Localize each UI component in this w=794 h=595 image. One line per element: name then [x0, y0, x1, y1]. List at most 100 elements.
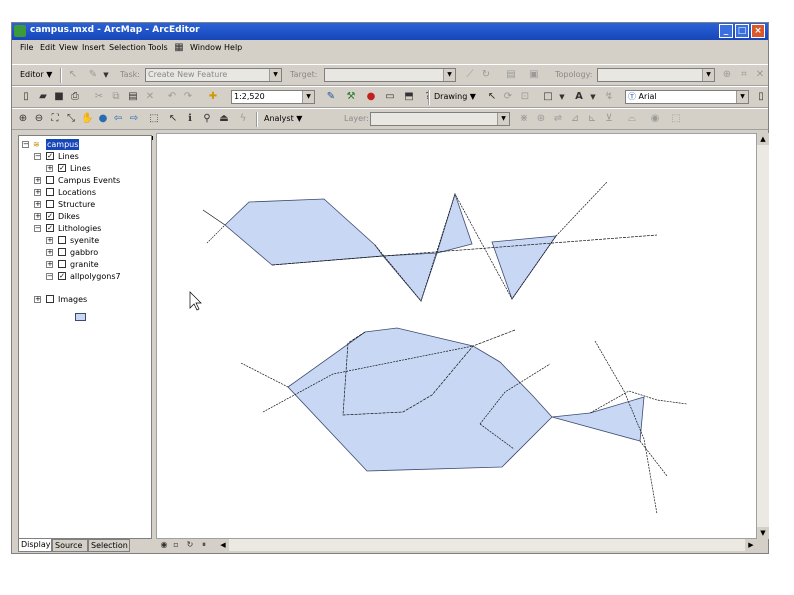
- menu-insert[interactable]: Insert: [82, 43, 105, 52]
- measure-icon[interactable]: ⏏: [218, 113, 230, 125]
- fixed-zoom-in-icon[interactable]: ⛶: [49, 113, 61, 125]
- hyperlink-icon[interactable]: ϟ: [237, 113, 249, 125]
- rotate-element-icon[interactable]: ⟳: [502, 91, 514, 103]
- text-tool-icon[interactable]: A: [573, 91, 585, 103]
- tab-source[interactable]: Source: [52, 539, 88, 552]
- layer-label[interactable]: granite: [70, 259, 99, 270]
- expand-icon[interactable]: +: [46, 237, 53, 244]
- georef-tool-1-icon[interactable]: ⋇: [518, 113, 530, 125]
- georef-tool-7-icon[interactable]: ⌓: [626, 113, 638, 125]
- model-builder-icon[interactable]: ⬒: [403, 91, 415, 103]
- expand-icon[interactable]: +: [34, 189, 41, 196]
- map-polygon[interactable]: [224, 198, 384, 266]
- expand-icon[interactable]: +: [34, 201, 41, 208]
- new-document-icon[interactable]: ▯: [20, 91, 32, 103]
- editor-menu-button[interactable]: Editor ▼: [20, 70, 52, 79]
- identify-icon[interactable]: ℹ: [184, 113, 196, 125]
- map-line[interactable]: [240, 362, 289, 388]
- font-combo[interactable]: Ⓣ Arial ▼: [625, 90, 749, 104]
- map-line[interactable]: [202, 209, 226, 226]
- arctoolbox-icon[interactable]: ⚒: [345, 91, 357, 103]
- expand-icon[interactable]: +: [46, 165, 53, 172]
- collapse-icon[interactable]: −: [34, 153, 41, 160]
- analyst-menu-button[interactable]: Analyst ▼: [264, 114, 302, 123]
- topology-combo[interactable]: ▼: [597, 68, 715, 82]
- layer-visibility-checkbox[interactable]: [46, 200, 54, 208]
- map-polygon[interactable]: [287, 327, 553, 472]
- rotate-tool-icon[interactable]: ↻: [480, 69, 492, 81]
- layer-visibility-checkbox[interactable]: ✓: [58, 272, 66, 280]
- georef-tool-8-icon[interactable]: ◉: [649, 113, 661, 125]
- paste-icon[interactable]: ▤: [127, 91, 139, 103]
- task-combo[interactable]: Create New Feature ▼: [145, 68, 282, 82]
- layer-label[interactable]: allpolygons7: [70, 271, 121, 282]
- save-icon[interactable]: ■: [53, 91, 65, 103]
- refresh-view-icon[interactable]: ↻: [184, 539, 196, 551]
- redo-icon[interactable]: ↷: [182, 91, 194, 103]
- map-canvas[interactable]: [157, 134, 756, 538]
- text-dropdown-icon[interactable]: ▼: [587, 91, 599, 103]
- collapse-icon[interactable]: −: [34, 225, 41, 232]
- layer-label[interactable]: syenite: [70, 235, 99, 246]
- sketch-tool-icon[interactable]: ✎: [87, 69, 99, 81]
- map-polygon[interactable]: [551, 396, 645, 442]
- pause-drawing-icon[interactable]: ⏸: [198, 539, 210, 551]
- map-line[interactable]: [639, 440, 668, 477]
- topology-edit-icon[interactable]: ⌗: [738, 69, 750, 81]
- select-elements-icon[interactable]: ↖: [486, 91, 498, 103]
- sketch-dropdown-icon[interactable]: ▼: [100, 69, 112, 81]
- layer-combo[interactable]: ▼: [370, 112, 510, 126]
- layer-visibility-checkbox[interactable]: ✓: [46, 152, 54, 160]
- expand-icon[interactable]: +: [46, 261, 53, 268]
- layout-view-icon[interactable]: ▫: [170, 539, 182, 551]
- layer-visibility-checkbox[interactable]: ✓: [46, 212, 54, 220]
- menu-selection[interactable]: Selection: [109, 43, 146, 52]
- layer-label[interactable]: Lithologies: [58, 223, 101, 234]
- scroll-up-icon[interactable]: ▲: [757, 133, 769, 145]
- chevron-down-icon[interactable]: ▼: [702, 69, 714, 81]
- layer-visibility-checkbox[interactable]: [58, 236, 66, 244]
- scroll-right-icon[interactable]: ▶: [745, 539, 757, 551]
- sketch-properties-icon[interactable]: ▣: [528, 69, 540, 81]
- collapse-icon[interactable]: −: [22, 141, 29, 148]
- map-scale-combo[interactable]: 1:2,520 ▼: [231, 90, 315, 104]
- select-elements-icon[interactable]: ↖: [167, 113, 179, 125]
- georef-tool-3-icon[interactable]: ⇌: [552, 113, 564, 125]
- title-bar[interactable]: campus.mxd - ArcMap - ArcEditor _ □ ×: [12, 23, 768, 40]
- expand-icon[interactable]: +: [34, 213, 41, 220]
- expand-icon[interactable]: +: [34, 177, 41, 184]
- zoom-in-icon[interactable]: ⊕: [17, 113, 29, 125]
- minimize-button[interactable]: _: [719, 24, 733, 38]
- map-polygon[interactable]: [436, 192, 473, 254]
- split-tool-icon[interactable]: ⟋: [464, 69, 476, 81]
- chevron-down-icon[interactable]: ▼: [497, 113, 509, 125]
- expand-icon[interactable]: +: [46, 249, 53, 256]
- menu-tools[interactable]: Tools: [148, 43, 168, 52]
- chevron-down-icon[interactable]: ▼: [269, 69, 281, 81]
- maximize-button[interactable]: □: [735, 24, 749, 38]
- layer-label[interactable]: Structure: [58, 199, 95, 210]
- layer-label[interactable]: Campus Events: [58, 175, 120, 186]
- font-size-combo[interactable]: ▯: [755, 91, 767, 103]
- menu-view[interactable]: View: [59, 43, 78, 52]
- layer-label[interactable]: Lines: [58, 151, 79, 162]
- menu-edit[interactable]: Edit: [40, 43, 56, 52]
- fixed-zoom-out-icon[interactable]: ⤡: [65, 113, 77, 125]
- command-line-icon[interactable]: ▭: [384, 91, 396, 103]
- chevron-down-icon[interactable]: ▼: [443, 69, 455, 81]
- layer-visibility-checkbox[interactable]: ✓: [58, 164, 66, 172]
- layer-label[interactable]: gabbro: [70, 247, 98, 258]
- menu-window[interactable]: Window: [190, 43, 222, 52]
- scroll-down-icon[interactable]: ▼: [757, 527, 769, 539]
- edit-tool-icon[interactable]: ↖: [67, 69, 79, 81]
- layer-label[interactable]: Images: [58, 294, 87, 305]
- georef-tool-6-icon[interactable]: ⊻: [603, 113, 615, 125]
- chevron-down-icon[interactable]: ▼: [736, 91, 748, 103]
- pan-icon[interactable]: ✋: [81, 113, 93, 125]
- georef-tool-5-icon[interactable]: ⊾: [586, 113, 598, 125]
- select-features-icon[interactable]: ⬚: [148, 113, 160, 125]
- data-view-icon[interactable]: ◉: [158, 539, 170, 551]
- layer-visibility-checkbox[interactable]: [46, 176, 54, 184]
- layer-visibility-checkbox[interactable]: [46, 295, 54, 303]
- full-extent-icon[interactable]: ●: [97, 113, 109, 125]
